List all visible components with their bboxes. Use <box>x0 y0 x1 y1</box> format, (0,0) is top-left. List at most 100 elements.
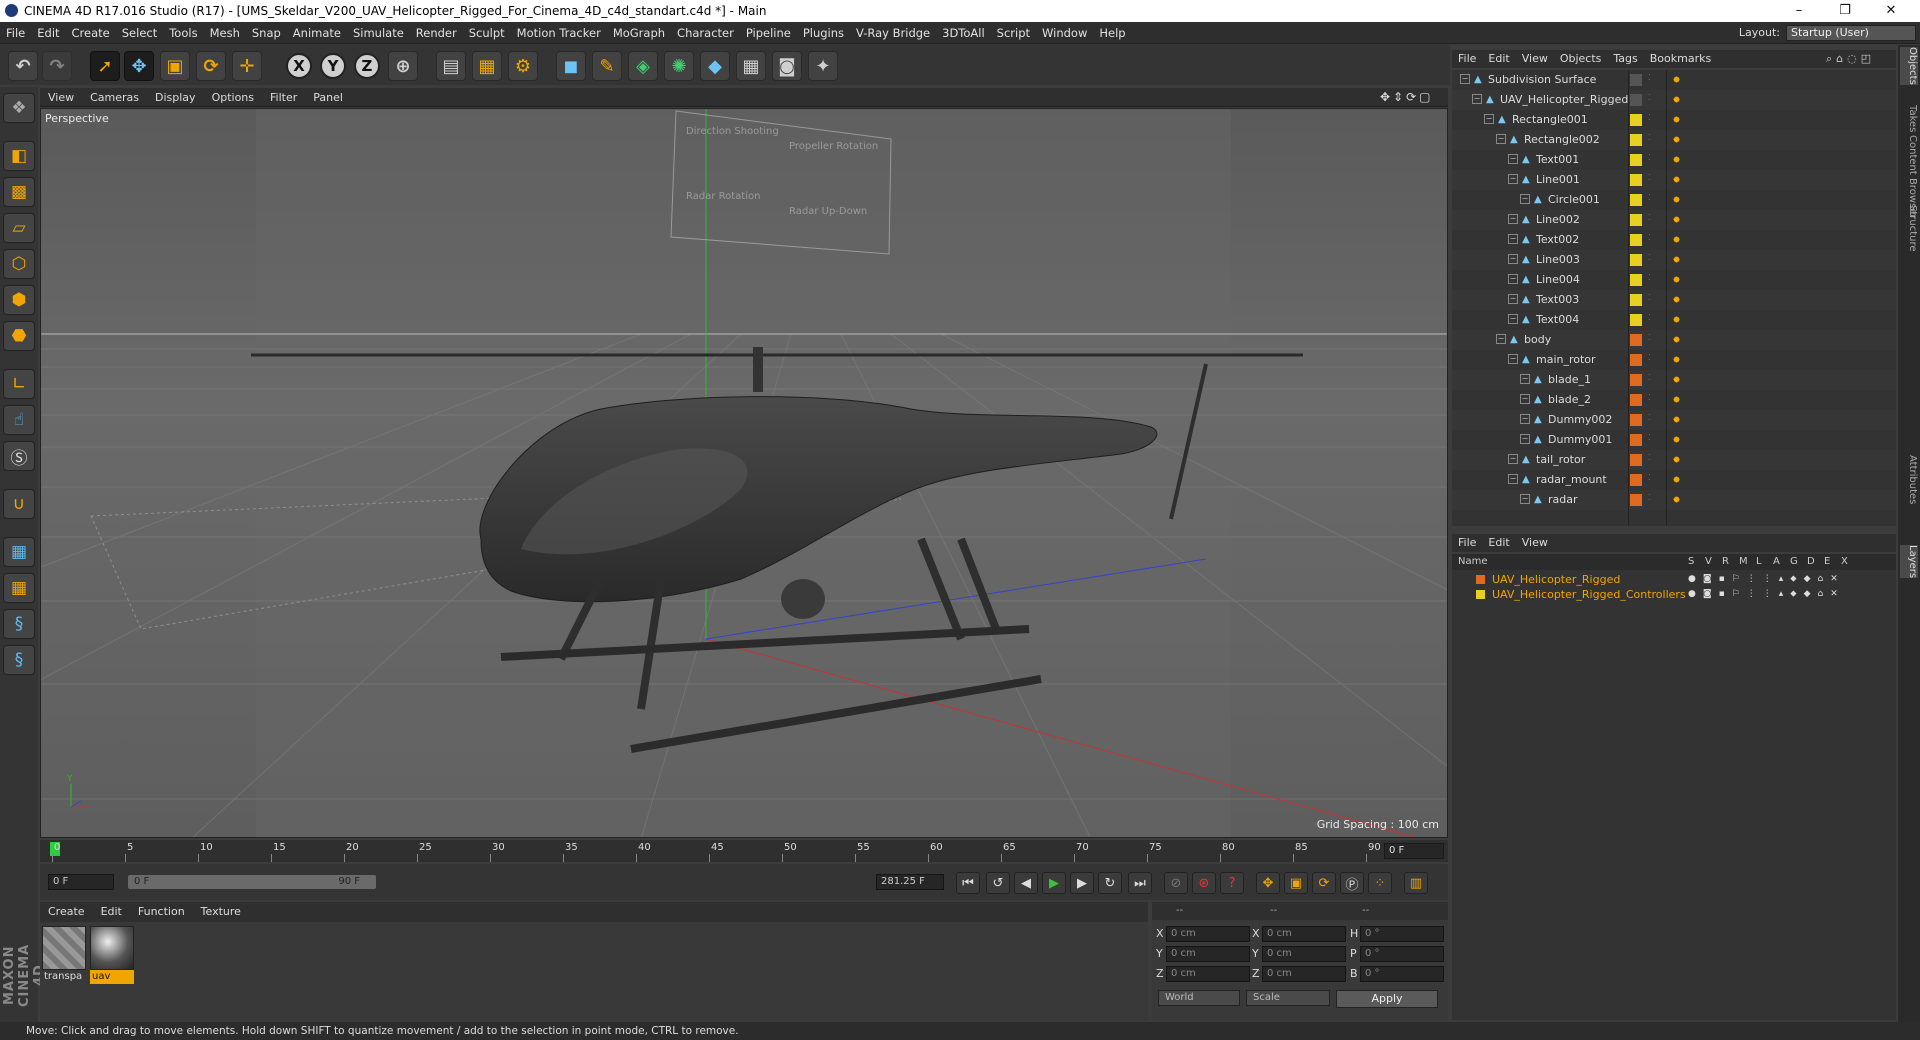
camera-icon[interactable]: ◙ <box>772 51 802 81</box>
snap-icon[interactable]: Ⓢ <box>3 441 35 471</box>
object-menu-view[interactable]: View <box>1516 50 1554 68</box>
tab-structure[interactable]: Structure <box>1900 205 1918 252</box>
maximize-button[interactable]: ❐ <box>1822 0 1868 22</box>
layer-color-swatch[interactable] <box>1630 454 1642 466</box>
object-tag-icon[interactable] <box>1670 433 1683 446</box>
object-tag-icon[interactable] <box>1670 273 1683 286</box>
layer-color-swatch[interactable] <box>1630 434 1642 446</box>
preview-range-slider[interactable]: 0 F 90 F <box>128 875 376 889</box>
object-row[interactable]: − ▲ Dummy002 ⁚ <box>1452 410 1896 430</box>
menu-script[interactable]: Script <box>991 22 1036 44</box>
layer-color-swatch[interactable] <box>1630 194 1642 206</box>
material-menu-function[interactable]: Function <box>130 902 193 922</box>
visibility-dots-icon[interactable]: ⁚ <box>1648 493 1656 507</box>
layer-color-swatch[interactable] <box>1630 234 1642 246</box>
layer-menu-view[interactable]: View <box>1516 534 1554 552</box>
object-tag-icon[interactable] <box>1670 233 1683 246</box>
expand-toggle-icon[interactable]: − <box>1508 274 1518 284</box>
expand-toggle-icon[interactable]: − <box>1508 474 1518 484</box>
visibility-dots-icon[interactable]: ⁚ <box>1648 433 1656 447</box>
expand-toggle-icon[interactable]: − <box>1508 174 1518 184</box>
expand-toggle-icon[interactable]: − <box>1520 434 1530 444</box>
visibility-dots-icon[interactable]: ⁚ <box>1648 213 1656 227</box>
tab-attributes[interactable]: Attributes <box>1900 455 1918 504</box>
object-manager-search-icons[interactable]: ⌕⌂◌◰ <box>1826 52 1875 66</box>
end-frame-field[interactable]: 281.25 F <box>876 874 944 890</box>
layer-color-swatch[interactable] <box>1630 74 1642 86</box>
layer-column-header[interactable]: M <box>1739 554 1748 570</box>
layer-color-swatch[interactable] <box>1630 294 1642 306</box>
layer-column-header[interactable]: X <box>1841 554 1848 570</box>
object-row[interactable]: − ▲ radar ⁚ <box>1452 490 1896 510</box>
expand-toggle-icon[interactable]: − <box>1496 334 1506 344</box>
timeline-ticks[interactable]: 0 5 10 15 20 25 30 35 40 45 50 55 60 65 70 75 80 85 90 <box>50 840 1381 862</box>
viewport-menu-display[interactable]: Display <box>147 88 204 107</box>
layer-color-swatch[interactable] <box>1630 494 1642 506</box>
scale-mode-dropdown[interactable]: Scale <box>1246 990 1330 1006</box>
menu-motion-tracker[interactable]: Motion Tracker <box>511 22 607 44</box>
visibility-dots-icon[interactable]: ⁚ <box>1648 273 1656 287</box>
object-tag-icon[interactable] <box>1670 133 1683 146</box>
material-menu-texture[interactable]: Texture <box>193 902 249 922</box>
menu-window[interactable]: Window <box>1036 22 1093 44</box>
visibility-dots-icon[interactable]: ⁚ <box>1648 333 1656 347</box>
expand-toggle-icon[interactable]: − <box>1496 134 1506 144</box>
object-row[interactable]: − ▲ Text002 ⁚ <box>1452 230 1896 250</box>
light-icon[interactable]: ✦ <box>808 51 838 81</box>
layer-row[interactable]: UAV_Helicopter_Rigged ●◙▪⚐⋮⋮▴⬥◆⌂✕ <box>1452 572 1896 587</box>
polygons-mode-icon[interactable]: ⬣ <box>3 321 35 351</box>
object-tag-icon[interactable] <box>1670 93 1683 106</box>
coord-value-field[interactable]: 0 cm <box>1166 966 1250 982</box>
visibility-dots-icon[interactable]: ⁚ <box>1648 233 1656 247</box>
layer-color-swatch[interactable] <box>1476 575 1485 584</box>
key-rotation-icon[interactable]: ⟳ <box>1312 872 1336 894</box>
expand-toggle-icon[interactable]: − <box>1508 354 1518 364</box>
layer-color-swatch[interactable] <box>1630 374 1642 386</box>
layer-color-swatch[interactable] <box>1476 590 1485 599</box>
menu-select[interactable]: Select <box>116 22 163 44</box>
render-settings-icon[interactable]: ⚙ <box>508 51 538 81</box>
next-key-icon[interactable]: ↻ <box>1098 872 1122 894</box>
material-menu-create[interactable]: Create <box>40 902 93 922</box>
visibility-dots-icon[interactable]: ⁚ <box>1648 473 1656 487</box>
object-tag-icon[interactable] <box>1670 153 1683 166</box>
layer-column-header[interactable]: L <box>1756 554 1762 570</box>
layer-color-swatch[interactable] <box>1630 114 1642 126</box>
object-menu-bookmarks[interactable]: Bookmarks <box>1644 50 1717 68</box>
texture-mode-icon[interactable]: ▩ <box>3 177 35 207</box>
viewport-menu-view[interactable]: View <box>40 88 82 107</box>
apply-button[interactable]: Apply <box>1336 990 1438 1008</box>
material-menu-edit[interactable]: Edit <box>93 902 130 922</box>
visibility-dots-icon[interactable]: ⁚ <box>1648 173 1656 187</box>
visibility-dots-icon[interactable]: ⁚ <box>1648 313 1656 327</box>
keyframe-selection-icon[interactable]: ? <box>1220 872 1244 894</box>
axis-mode-icon[interactable]: ∟ <box>3 369 35 399</box>
z-axis-lock-icon[interactable]: Z <box>354 53 380 79</box>
object-tag-icon[interactable] <box>1670 213 1683 226</box>
previous-frame-icon[interactable]: ◀ <box>1014 872 1038 894</box>
object-tag-icon[interactable] <box>1670 253 1683 266</box>
coord-value-field[interactable]: 0 cm <box>1262 966 1346 982</box>
expand-toggle-icon[interactable]: − <box>1508 214 1518 224</box>
viewport-navigation-icons[interactable]: ✥⇕⟳▢ <box>1380 90 1434 104</box>
menu-mograph[interactable]: MoGraph <box>607 22 671 44</box>
start-frame-field[interactable]: 0 F <box>48 874 114 890</box>
layout-selector[interactable]: Layout: Startup (User) <box>1739 25 1916 41</box>
menu-animate[interactable]: Animate <box>287 22 347 44</box>
layer-column-header[interactable]: R <box>1722 554 1729 570</box>
visibility-dots-icon[interactable]: ⁚ <box>1648 153 1656 167</box>
expand-toggle-icon[interactable]: − <box>1508 234 1518 244</box>
python-script-icon[interactable]: § <box>3 609 35 639</box>
recent-tool-icon[interactable]: ✛ <box>232 51 262 81</box>
expand-toggle-icon[interactable]: − <box>1508 254 1518 264</box>
expand-toggle-icon[interactable]: − <box>1520 494 1530 504</box>
expand-toggle-icon[interactable]: − <box>1484 114 1494 124</box>
close-button[interactable]: ✕ <box>1868 0 1914 22</box>
tweak-mode-icon[interactable]: ☝ <box>3 405 35 435</box>
layer-column-header[interactable]: G <box>1790 554 1798 570</box>
viewport-menu-panel[interactable]: Panel <box>305 88 351 107</box>
object-row[interactable]: − ▲ body ⁚ <box>1452 330 1896 350</box>
pen-spline-icon[interactable]: ✎ <box>592 51 622 81</box>
object-tag-icon[interactable] <box>1670 493 1683 506</box>
object-tag-icon[interactable] <box>1670 313 1683 326</box>
